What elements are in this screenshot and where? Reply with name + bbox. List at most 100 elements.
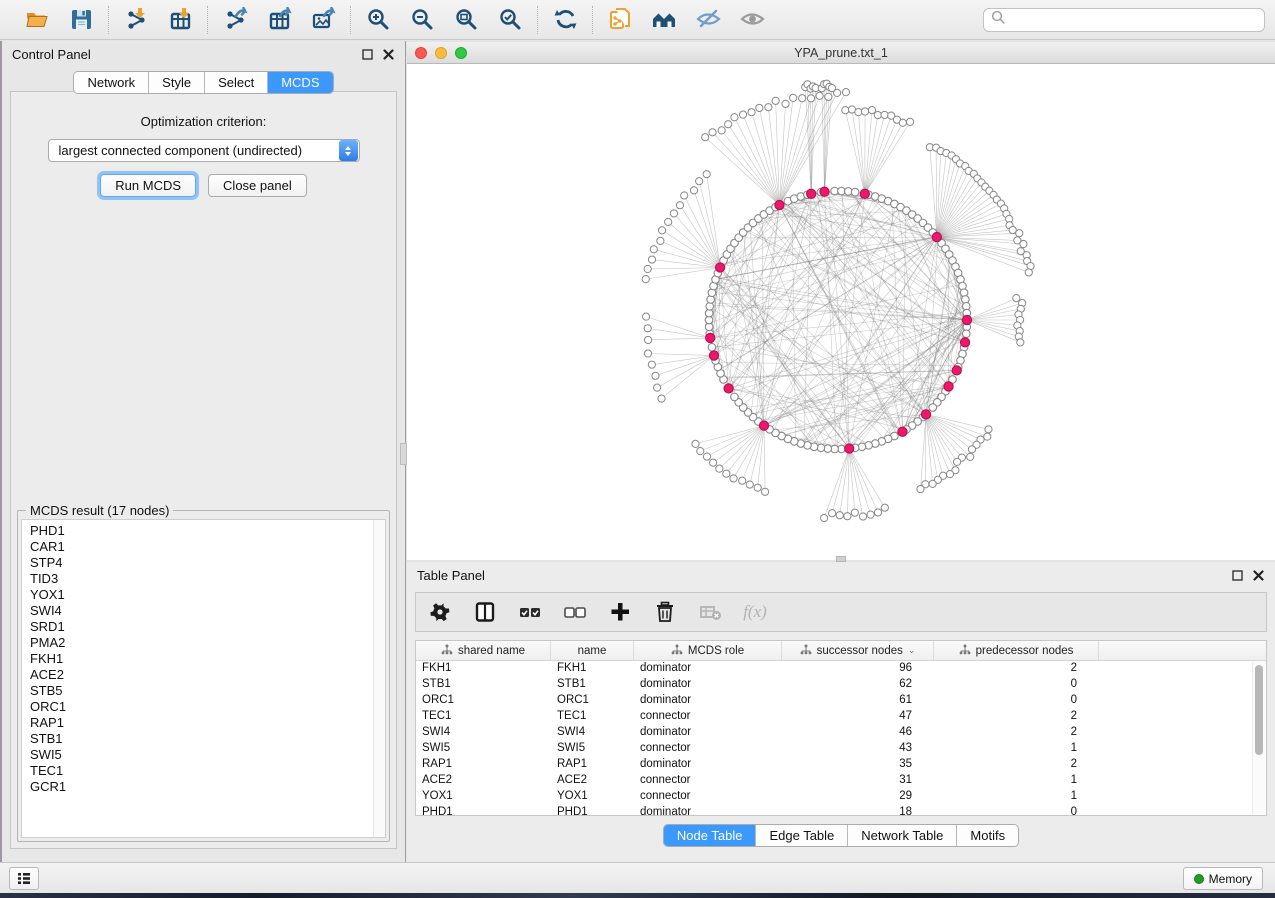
network-node[interactable]: [1013, 295, 1020, 302]
mcds-result-item[interactable]: ACE2: [30, 667, 385, 683]
network-node[interactable]: [772, 97, 779, 104]
mcds-result-item[interactable]: SWI5: [30, 747, 385, 763]
network-node[interactable]: [739, 111, 746, 118]
network-node[interactable]: [644, 350, 651, 357]
network-node[interactable]: [874, 111, 881, 118]
zoom-out-icon[interactable]: [408, 6, 436, 34]
memory-button[interactable]: Memory: [1183, 867, 1263, 890]
network-node[interactable]: [874, 509, 881, 516]
table-row[interactable]: STB1STB1dominator620: [416, 677, 1266, 693]
network-node[interactable]: [676, 202, 683, 209]
table-cell[interactable]: 0: [934, 805, 1099, 816]
network-node[interactable]: [708, 343, 716, 351]
mcds-result-item[interactable]: ORC1: [30, 699, 385, 715]
network-window-titlebar[interactable]: YPA_prune.txt_1: [407, 42, 1275, 64]
trash-icon[interactable]: [653, 600, 677, 624]
network-node[interactable]: [953, 458, 960, 465]
network-node[interactable]: [929, 480, 936, 487]
table-cell[interactable]: PHD1: [416, 805, 551, 816]
table-cell[interactable]: 0: [934, 693, 1099, 709]
network-node[interactable]: [790, 94, 797, 101]
network-canvas[interactable]: [407, 64, 1275, 559]
network-node[interactable]: [731, 393, 739, 401]
plus-icon[interactable]: [608, 600, 632, 624]
table-cell[interactable]: YOX1: [551, 789, 634, 805]
network-node[interactable]: [642, 276, 649, 283]
network-node[interactable]: [644, 265, 651, 272]
network-node[interactable]: [761, 488, 768, 495]
table-cell[interactable]: 1: [934, 741, 1099, 757]
network-node[interactable]: [842, 89, 849, 96]
tab-mcds[interactable]: MCDS: [268, 72, 332, 93]
table-cell[interactable]: RAP1: [551, 757, 634, 773]
mcds-hub-node[interactable]: [724, 384, 733, 393]
column-header-predecessor-nodes[interactable]: predecessor nodes: [934, 641, 1099, 660]
network-node[interactable]: [657, 237, 664, 244]
search-input[interactable]: [1005, 13, 1257, 27]
tab-select[interactable]: Select: [205, 72, 268, 93]
network-node[interactable]: [765, 104, 772, 111]
mcds-hub-node[interactable]: [921, 410, 930, 419]
mcds-result-item[interactable]: SWI4: [30, 603, 385, 619]
table-row[interactable]: ACE2ACE2connector311: [416, 773, 1266, 789]
table-cell[interactable]: dominator: [634, 693, 782, 709]
network-node[interactable]: [859, 513, 866, 520]
open-folder-icon[interactable]: [23, 6, 51, 34]
save-icon[interactable]: [67, 6, 95, 34]
mcds-hub-node[interactable]: [807, 189, 816, 198]
table-tab-motifs[interactable]: Motifs: [957, 825, 1018, 846]
table-cell[interactable]: connector: [634, 709, 782, 725]
table-row[interactable]: SWI4SWI4dominator462: [416, 725, 1266, 741]
mcds-result-item[interactable]: YOX1: [30, 587, 385, 603]
network-node[interactable]: [702, 134, 709, 141]
network-node[interactable]: [984, 433, 991, 440]
mcds-result-item[interactable]: PHD1: [30, 523, 385, 539]
mcds-result-item[interactable]: TEC1: [30, 763, 385, 779]
table-cell[interactable]: ORC1: [551, 693, 634, 709]
table-cell[interactable]: 29: [782, 789, 934, 805]
vertical-splitter-handle[interactable]: [400, 443, 407, 465]
network-node[interactable]: [739, 477, 746, 484]
table-cell[interactable]: 46: [782, 725, 934, 741]
network-node[interactable]: [868, 106, 875, 113]
network-node[interactable]: [703, 453, 710, 460]
table-row[interactable]: RAP1RAP1dominator352: [416, 757, 1266, 773]
import-network-icon[interactable]: [122, 6, 150, 34]
network-node[interactable]: [703, 171, 710, 178]
network-node[interactable]: [985, 426, 992, 433]
network-home-icon[interactable]: [650, 6, 678, 34]
table-cell[interactable]: dominator: [634, 805, 782, 816]
mcds-result-item[interactable]: RAP1: [30, 715, 385, 731]
mcds-result-item[interactable]: GCR1: [30, 779, 385, 795]
network-node[interactable]: [681, 192, 688, 199]
network-node[interactable]: [967, 453, 974, 460]
network-node[interactable]: [1020, 240, 1027, 247]
table-cell[interactable]: 43: [782, 741, 934, 757]
mcds-hub-node[interactable]: [962, 315, 971, 324]
network-node[interactable]: [709, 459, 716, 466]
table-row[interactable]: PHD1PHD1dominator180: [416, 805, 1266, 816]
network-node[interactable]: [665, 218, 672, 225]
network-node[interactable]: [782, 100, 789, 107]
table-cell[interactable]: 2: [934, 725, 1099, 741]
table-cell[interactable]: PHD1: [551, 805, 634, 816]
network-node[interactable]: [881, 504, 888, 511]
mcds-hub-node[interactable]: [820, 187, 829, 196]
import-table-icon[interactable]: [166, 6, 194, 34]
network-node[interactable]: [816, 92, 823, 99]
table-row[interactable]: SWI5SWI5connector431: [416, 741, 1266, 757]
network-node[interactable]: [650, 246, 657, 253]
network-node[interactable]: [670, 210, 677, 217]
task-history-button[interactable]: [9, 867, 39, 890]
network-node[interactable]: [652, 372, 659, 379]
uncheck-pair-icon[interactable]: [563, 600, 587, 624]
clone-network-icon[interactable]: [606, 6, 634, 34]
float-table-panel-icon[interactable]: [1231, 569, 1244, 582]
table-cell[interactable]: ACE2: [416, 773, 551, 789]
mcds-hub-node[interactable]: [706, 333, 715, 342]
network-node[interactable]: [861, 108, 868, 115]
network-node[interactable]: [723, 470, 730, 477]
network-node[interactable]: [828, 84, 835, 91]
table-cell[interactable]: SWI5: [551, 741, 634, 757]
mcds-hub-node[interactable]: [952, 366, 961, 375]
